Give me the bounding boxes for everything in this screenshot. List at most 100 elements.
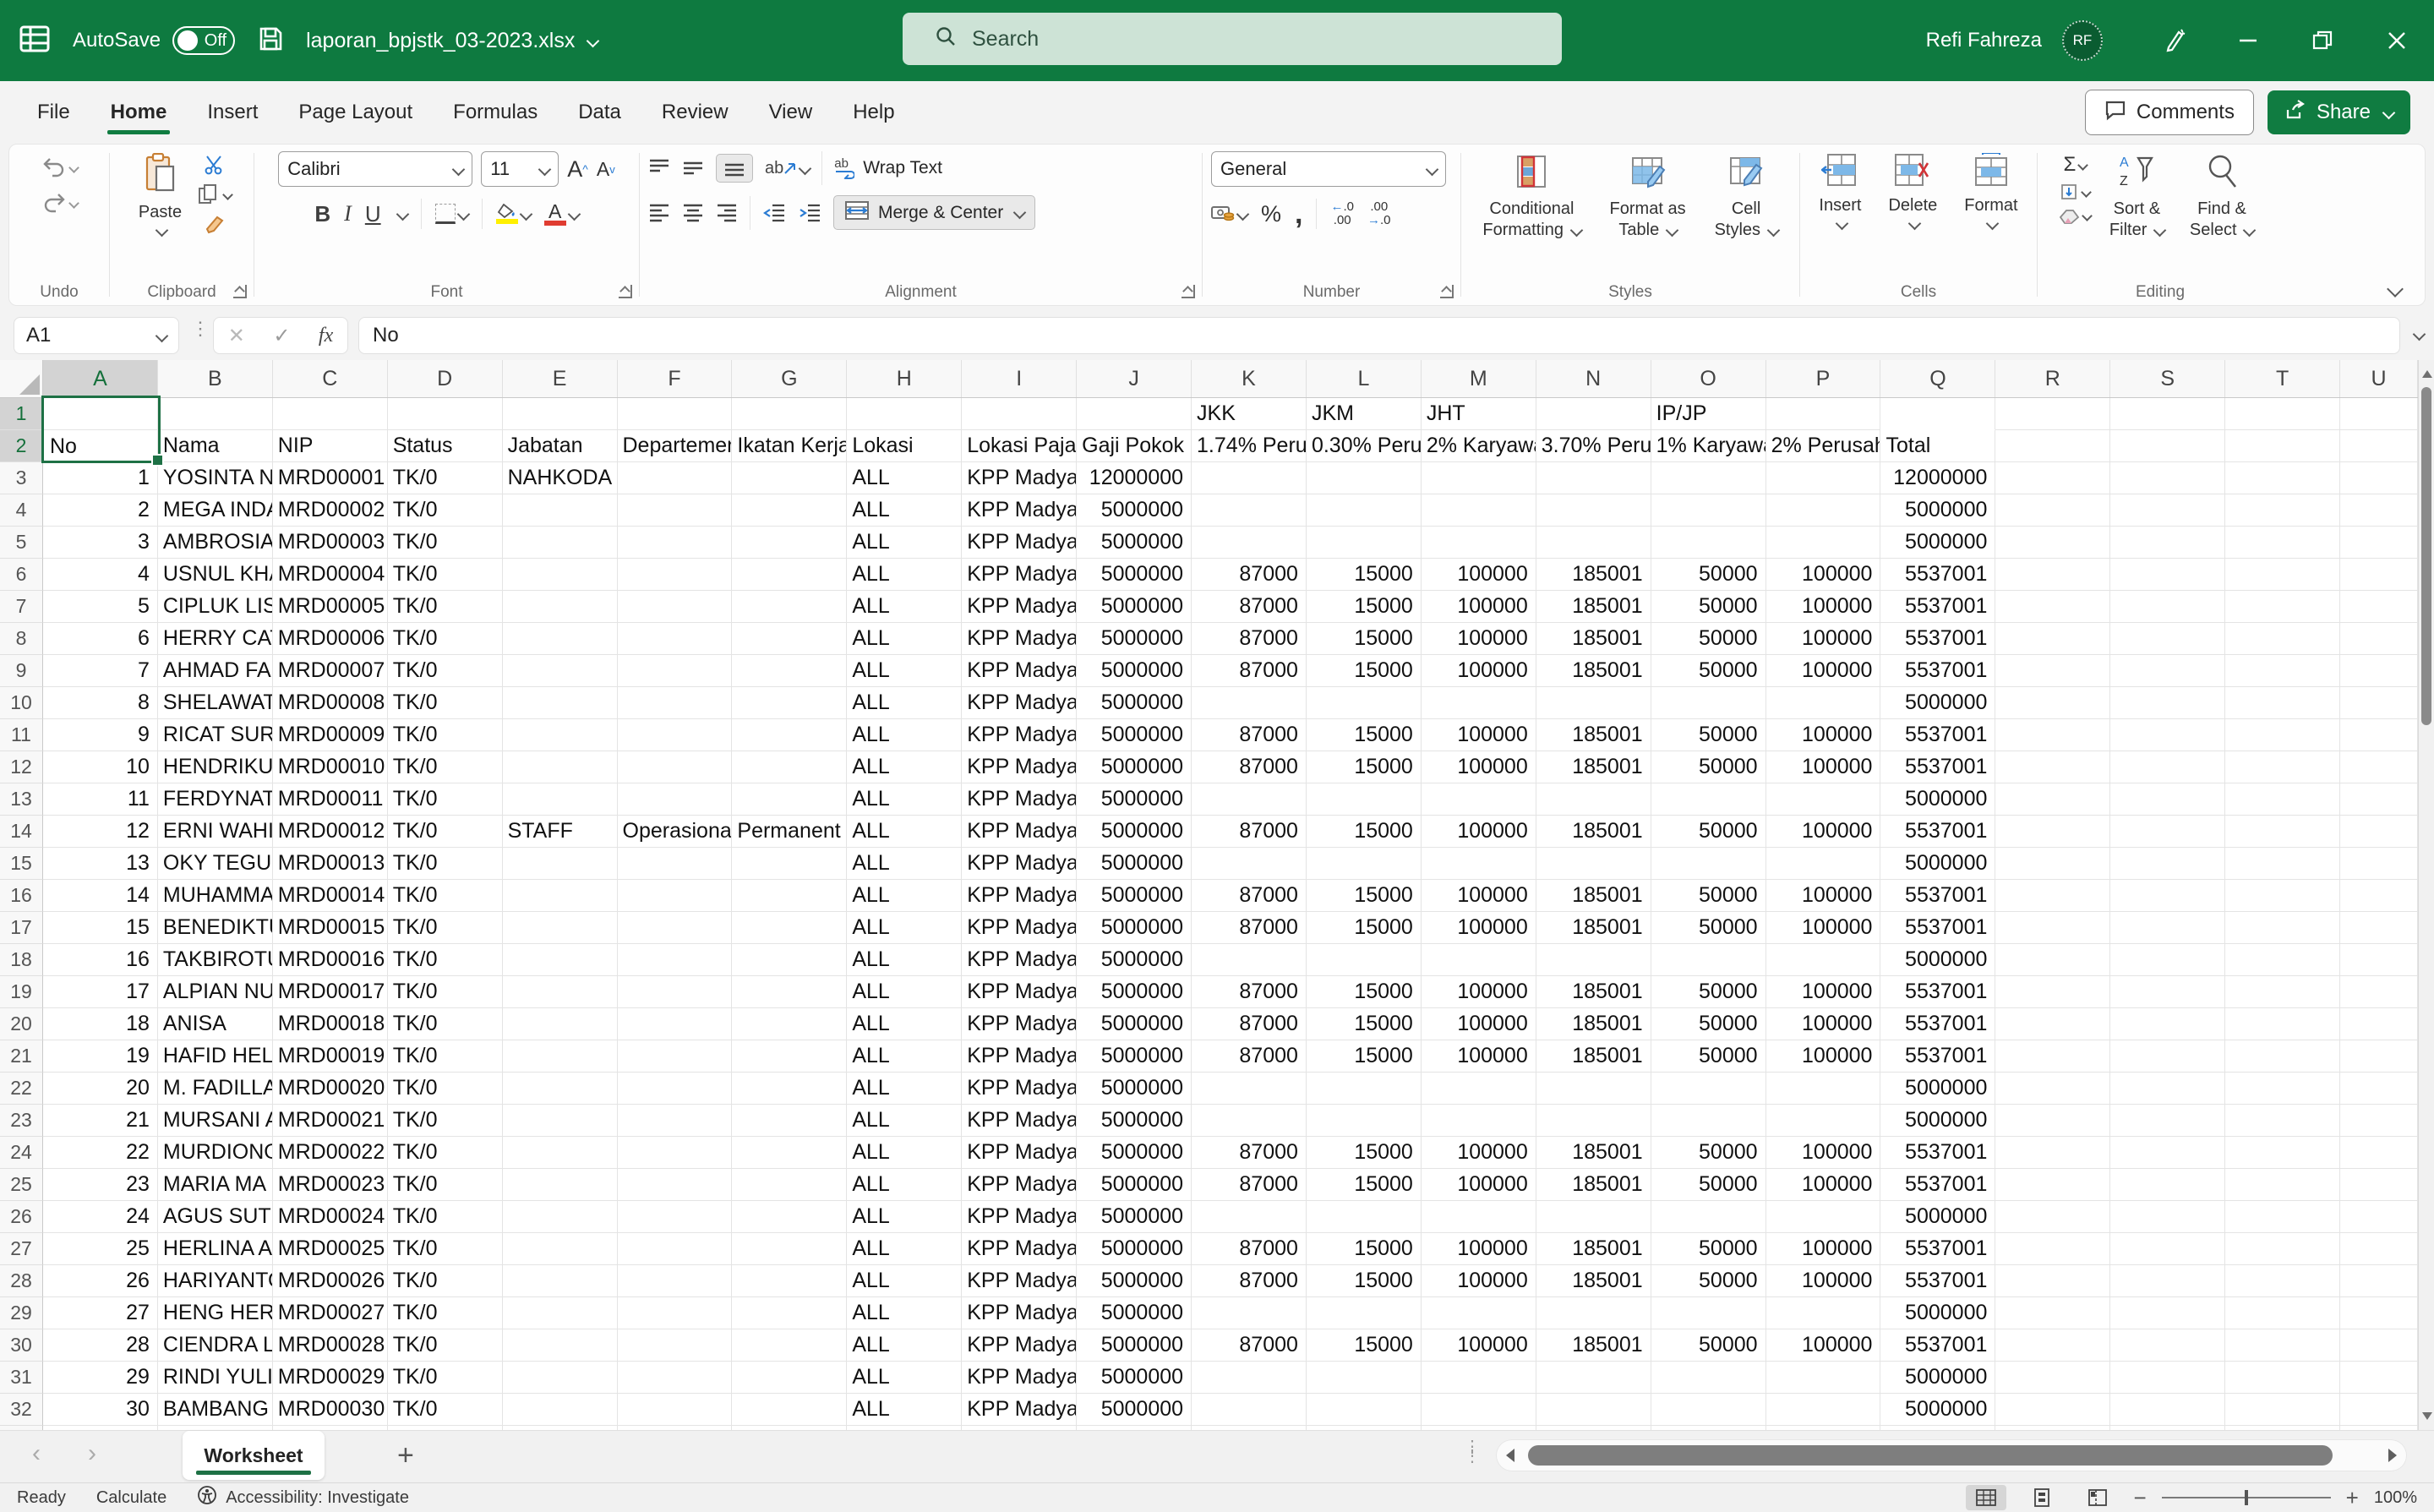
cell[interactable]: [1766, 462, 1881, 494]
cell[interactable]: [618, 462, 733, 494]
cell[interactable]: [2340, 687, 2418, 719]
row-header-31[interactable]: 31: [0, 1362, 43, 1394]
cell[interactable]: 2% Perusahaan: [1766, 430, 1881, 462]
cell[interactable]: 50000: [1651, 655, 1766, 687]
page-layout-view-button[interactable]: [2022, 1485, 2062, 1510]
cell[interactable]: [1651, 462, 1766, 494]
cell[interactable]: KPP Madya: [962, 1105, 1077, 1137]
cell[interactable]: [2225, 751, 2340, 783]
column-header-U[interactable]: U: [2340, 360, 2418, 397]
cell[interactable]: 15000: [1307, 816, 1422, 848]
cell[interactable]: 0.30% Perusahaan: [1307, 430, 1422, 462]
cell[interactable]: [1536, 1297, 1651, 1329]
cell[interactable]: [618, 655, 733, 687]
cell[interactable]: TK/0: [388, 494, 503, 527]
cell[interactable]: 2% Karyawan: [1422, 430, 1536, 462]
cell[interactable]: [618, 1394, 733, 1426]
cell[interactable]: TK/0: [388, 783, 503, 816]
cell[interactable]: 100000: [1422, 880, 1536, 912]
cell[interactable]: [2225, 655, 2340, 687]
cell[interactable]: AMBROSIA: [158, 527, 273, 559]
cell[interactable]: [618, 398, 733, 430]
cell[interactable]: [1192, 1201, 1307, 1233]
column-header-E[interactable]: E: [503, 360, 618, 397]
cell[interactable]: ALL: [847, 559, 962, 591]
cell[interactable]: [1307, 1073, 1422, 1105]
cell[interactable]: [618, 976, 733, 1008]
column-header-T[interactable]: T: [2225, 360, 2340, 397]
column-header-J[interactable]: J: [1077, 360, 1192, 397]
cell[interactable]: [732, 623, 847, 655]
cell[interactable]: [1766, 848, 1881, 880]
cell[interactable]: [1995, 1169, 2110, 1201]
tab-home[interactable]: Home: [90, 89, 188, 136]
cell[interactable]: [732, 751, 847, 783]
cell[interactable]: 5000000: [1077, 1329, 1192, 1362]
cell[interactable]: [2340, 430, 2418, 462]
row-header-18[interactable]: 18: [0, 944, 43, 976]
row-header-14[interactable]: 14: [0, 816, 43, 848]
cell[interactable]: 87000: [1192, 976, 1307, 1008]
conditional-formatting-button[interactable]: ConditionalFormatting: [1476, 151, 1587, 243]
cell[interactable]: [618, 1201, 733, 1233]
cell[interactable]: [732, 1008, 847, 1040]
cell[interactable]: 5000000: [1880, 494, 1995, 527]
cell[interactable]: 5000000: [1077, 494, 1192, 527]
row-header-1[interactable]: 1: [0, 398, 43, 430]
cell[interactable]: 50000: [1651, 1137, 1766, 1169]
cell[interactable]: [2340, 944, 2418, 976]
cell[interactable]: [732, 1073, 847, 1105]
cell[interactable]: [1766, 494, 1881, 527]
cell[interactable]: TK/0: [388, 880, 503, 912]
row-header-9[interactable]: 9: [0, 655, 43, 687]
cell[interactable]: ALL: [847, 1394, 962, 1426]
row-header-21[interactable]: 21: [0, 1040, 43, 1073]
cell[interactable]: [503, 559, 618, 591]
cell[interactable]: [1192, 527, 1307, 559]
cell[interactable]: [503, 527, 618, 559]
cell[interactable]: [1766, 398, 1881, 430]
cell[interactable]: 5537001: [1880, 751, 1995, 783]
cell[interactable]: [618, 494, 733, 527]
cell[interactable]: 24: [43, 1201, 158, 1233]
insert-cells-button[interactable]: Insert: [1812, 151, 1868, 230]
cell[interactable]: ALPIAN NU: [158, 976, 273, 1008]
cell[interactable]: [618, 1073, 733, 1105]
cell[interactable]: [618, 687, 733, 719]
cell[interactable]: 87000: [1192, 816, 1307, 848]
cell[interactable]: 185001: [1536, 655, 1651, 687]
cell[interactable]: [618, 848, 733, 880]
title-dropdown-icon[interactable]: [587, 34, 600, 47]
autosum-button[interactable]: Σ: [2063, 153, 2087, 177]
cell[interactable]: TK/0: [388, 912, 503, 944]
cell[interactable]: [1995, 944, 2110, 976]
cell[interactable]: TK/0: [388, 1137, 503, 1169]
cell[interactable]: 100000: [1422, 719, 1536, 751]
cell[interactable]: 5000000: [1880, 848, 1995, 880]
cell[interactable]: [2225, 527, 2340, 559]
cell[interactable]: [503, 1169, 618, 1201]
cell[interactable]: 5000000: [1077, 1233, 1192, 1265]
bold-button[interactable]: B: [314, 201, 330, 227]
accounting-format-button[interactable]: [1211, 204, 1247, 224]
cell[interactable]: 100000: [1422, 1233, 1536, 1265]
zoom-out-button[interactable]: −: [2133, 1485, 2146, 1511]
cell[interactable]: ERNI WAHI: [158, 816, 273, 848]
cell[interactable]: [2225, 1362, 2340, 1394]
name-box[interactable]: A1: [14, 317, 179, 354]
cell[interactable]: 185001: [1536, 976, 1651, 1008]
cell[interactable]: 5000000: [1077, 1073, 1192, 1105]
cell[interactable]: [2110, 430, 2225, 462]
cell[interactable]: RINDI YULI: [158, 1362, 273, 1394]
cell[interactable]: [1536, 944, 1651, 976]
cut-icon[interactable]: [204, 155, 226, 175]
cell[interactable]: Jabatan: [503, 430, 618, 462]
cell[interactable]: 15000: [1307, 751, 1422, 783]
cell[interactable]: [2340, 1297, 2418, 1329]
cell[interactable]: 5000000: [1880, 1394, 1995, 1426]
cell[interactable]: MRD00013: [273, 848, 388, 880]
cell[interactable]: [2340, 912, 2418, 944]
cell[interactable]: [503, 1329, 618, 1362]
cell[interactable]: [732, 1394, 847, 1426]
cell[interactable]: 5000000: [1880, 1073, 1995, 1105]
